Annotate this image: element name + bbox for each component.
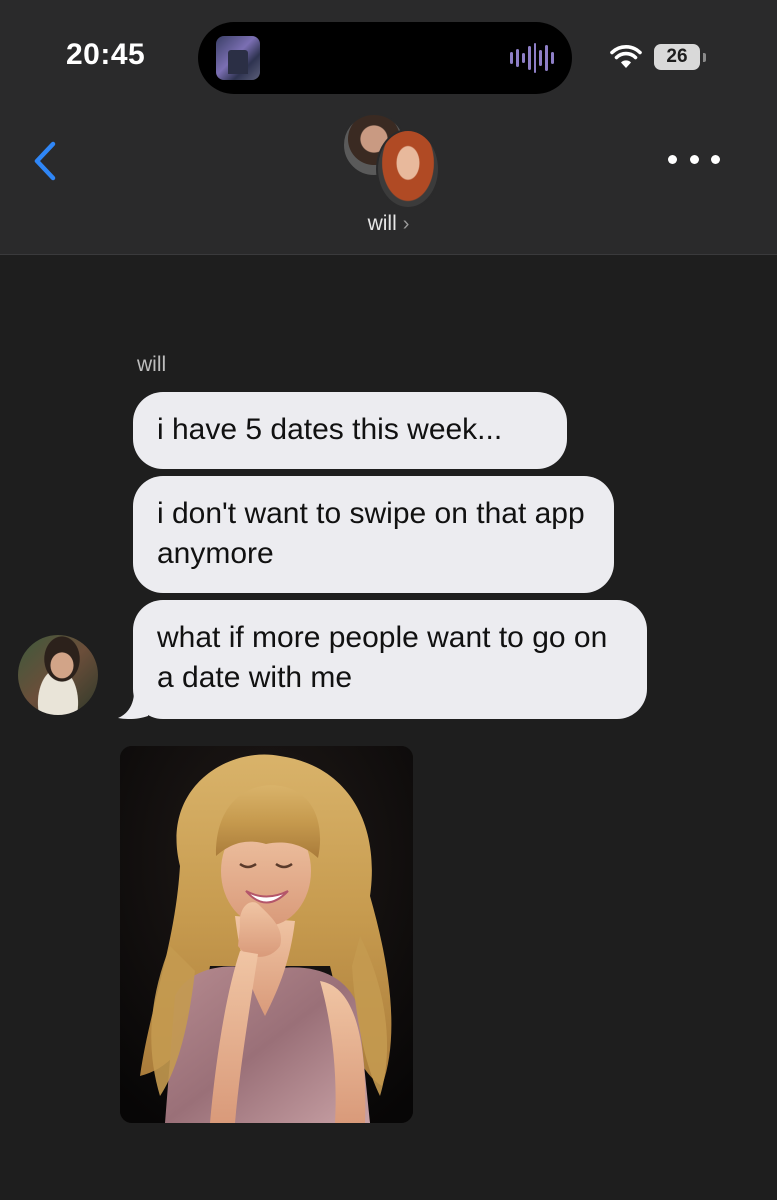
chevron-left-icon[interactable] (26, 138, 66, 184)
photo-message[interactable] (120, 746, 413, 1123)
now-playing-artwork[interactable] (216, 36, 260, 80)
sender-name: will (137, 353, 167, 376)
photo-image (120, 746, 413, 1123)
messages-screen: 20:45 26 will › will i have 5 dates this… (0, 0, 777, 1200)
bubble-tail (118, 692, 148, 720)
avatar[interactable] (18, 635, 98, 715)
conversation-header: 20:45 26 will › (0, 0, 777, 255)
group-avatar[interactable] (342, 113, 440, 209)
chevron-right-icon: › (402, 213, 410, 235)
wifi-icon (610, 45, 642, 68)
ellipsis-icon[interactable] (668, 148, 720, 170)
message-bubble[interactable]: what if more people want to go on a date… (133, 600, 647, 719)
contact-name: will (367, 212, 397, 235)
dynamic-island[interactable] (198, 22, 572, 94)
message-bubble[interactable]: i don't want to swipe on that app anymor… (133, 476, 614, 593)
battery-tip (703, 53, 706, 62)
contact-name-button[interactable]: will › (0, 212, 777, 236)
avatar (376, 129, 440, 209)
status-time: 20:45 (66, 38, 146, 71)
battery-icon: 26 (654, 44, 700, 70)
audio-waveform-icon (510, 42, 554, 74)
message-bubble[interactable]: i have 5 dates this week... (133, 392, 567, 469)
